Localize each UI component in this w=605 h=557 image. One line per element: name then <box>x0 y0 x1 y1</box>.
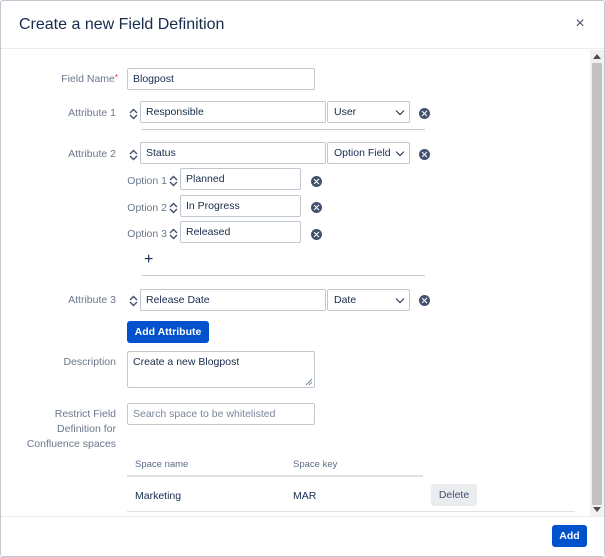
option-2-label: Option 2 <box>127 202 167 214</box>
dialog-footer: Add <box>1 516 604 556</box>
description-label: Description <box>63 356 116 368</box>
attribute-2-type-value: Option Field <box>334 147 391 159</box>
attribute-2-name-input[interactable]: Status <box>140 142 326 164</box>
required-mark: * <box>114 73 118 82</box>
spaces-table-header: Space name Space key <box>127 451 423 477</box>
scroll-down-icon[interactable] <box>593 507 601 512</box>
sort-arrows-icon[interactable] <box>129 149 138 161</box>
attribute-3-type-select[interactable]: Date <box>327 289 410 311</box>
resize-grip-icon[interactable] <box>305 378 313 386</box>
dialog-title: Create a new Field Definition <box>19 16 225 33</box>
add-attribute-button[interactable]: Add Attribute <box>127 321 209 343</box>
column-header-space-key: Space key <box>293 459 338 470</box>
chevron-down-icon <box>395 147 405 157</box>
scrollbar-thumb[interactable] <box>592 63 602 505</box>
attribute-3-name-input[interactable]: Release Date <box>140 289 326 311</box>
sort-arrows-icon[interactable] <box>169 175 178 187</box>
description-textarea[interactable]: Create a new Blogpost <box>127 351 315 388</box>
plus-icon[interactable]: + <box>144 252 153 268</box>
attribute-3-label: Attribute 3 <box>68 294 116 306</box>
field-definition-dialog: Create a new Field Definition × Field Na… <box>0 0 605 557</box>
option-1-input[interactable]: Planned <box>180 168 301 190</box>
remove-option-3-icon[interactable] <box>311 229 322 240</box>
column-header-space-name: Space name <box>135 459 189 470</box>
field-name-label-text: Field Name <box>61 73 115 85</box>
restrict-label-line-1: Restrict Field <box>54 408 116 420</box>
attribute-1-divider <box>142 129 425 130</box>
chevron-down-icon <box>395 106 405 116</box>
delete-button[interactable]: Delete <box>431 484 477 506</box>
attribute-1-type-select[interactable]: User <box>327 101 410 123</box>
description-value: Create a new Blogpost <box>133 356 240 368</box>
sort-arrows-icon[interactable] <box>169 202 178 214</box>
close-icon[interactable]: × <box>571 15 589 33</box>
field-name-label: Field Name* <box>21 73 118 85</box>
restrict-label: Restrict Field Definition for Confluence… <box>21 407 116 452</box>
remove-option-1-icon[interactable] <box>311 176 322 187</box>
space-name-cell: Marketing <box>135 490 182 502</box>
chevron-down-icon <box>395 294 405 304</box>
field-name-input[interactable]: Blogpost <box>127 68 315 90</box>
attribute-1-type-value: User <box>334 106 357 118</box>
dialog-content: Field Name* Blogpost Attribute 1 Respons… <box>1 50 589 516</box>
option-1-label: Option 1 <box>127 175 167 187</box>
sort-arrows-icon[interactable] <box>129 295 138 307</box>
remove-attribute-1-icon[interactable] <box>419 108 430 119</box>
attribute-2-divider <box>142 275 425 276</box>
option-3-label: Option 3 <box>127 228 167 240</box>
option-3-input[interactable]: Released <box>180 221 301 243</box>
restrict-label-line-3: Confluence spaces <box>26 438 116 450</box>
restrict-label-line-2: Definition for <box>57 423 116 435</box>
dialog-header: Create a new Field Definition × <box>1 1 604 49</box>
add-button[interactable]: Add <box>552 525 587 547</box>
attribute-2-label: Attribute 2 <box>68 148 116 160</box>
space-search-input[interactable]: Search space to be whitelisted <box>127 403 315 425</box>
attribute-2-type-select[interactable]: Option Field <box>327 142 410 164</box>
sort-arrows-icon[interactable] <box>169 228 178 240</box>
table-row: Marketing MAR Delete <box>127 478 575 512</box>
attribute-1-label: Attribute 1 <box>68 107 116 119</box>
remove-attribute-2-icon[interactable] <box>419 149 430 160</box>
scrollbar[interactable] <box>590 50 604 516</box>
scroll-up-icon[interactable] <box>593 54 601 59</box>
sort-arrows-icon[interactable] <box>129 108 138 120</box>
remove-attribute-3-icon[interactable] <box>419 295 430 306</box>
attribute-1-name-input[interactable]: Responsible <box>140 101 326 123</box>
option-2-input[interactable]: In Progress <box>180 195 301 217</box>
space-key-cell: MAR <box>293 490 317 502</box>
remove-option-2-icon[interactable] <box>311 202 322 213</box>
attribute-3-type-value: Date <box>334 294 357 306</box>
